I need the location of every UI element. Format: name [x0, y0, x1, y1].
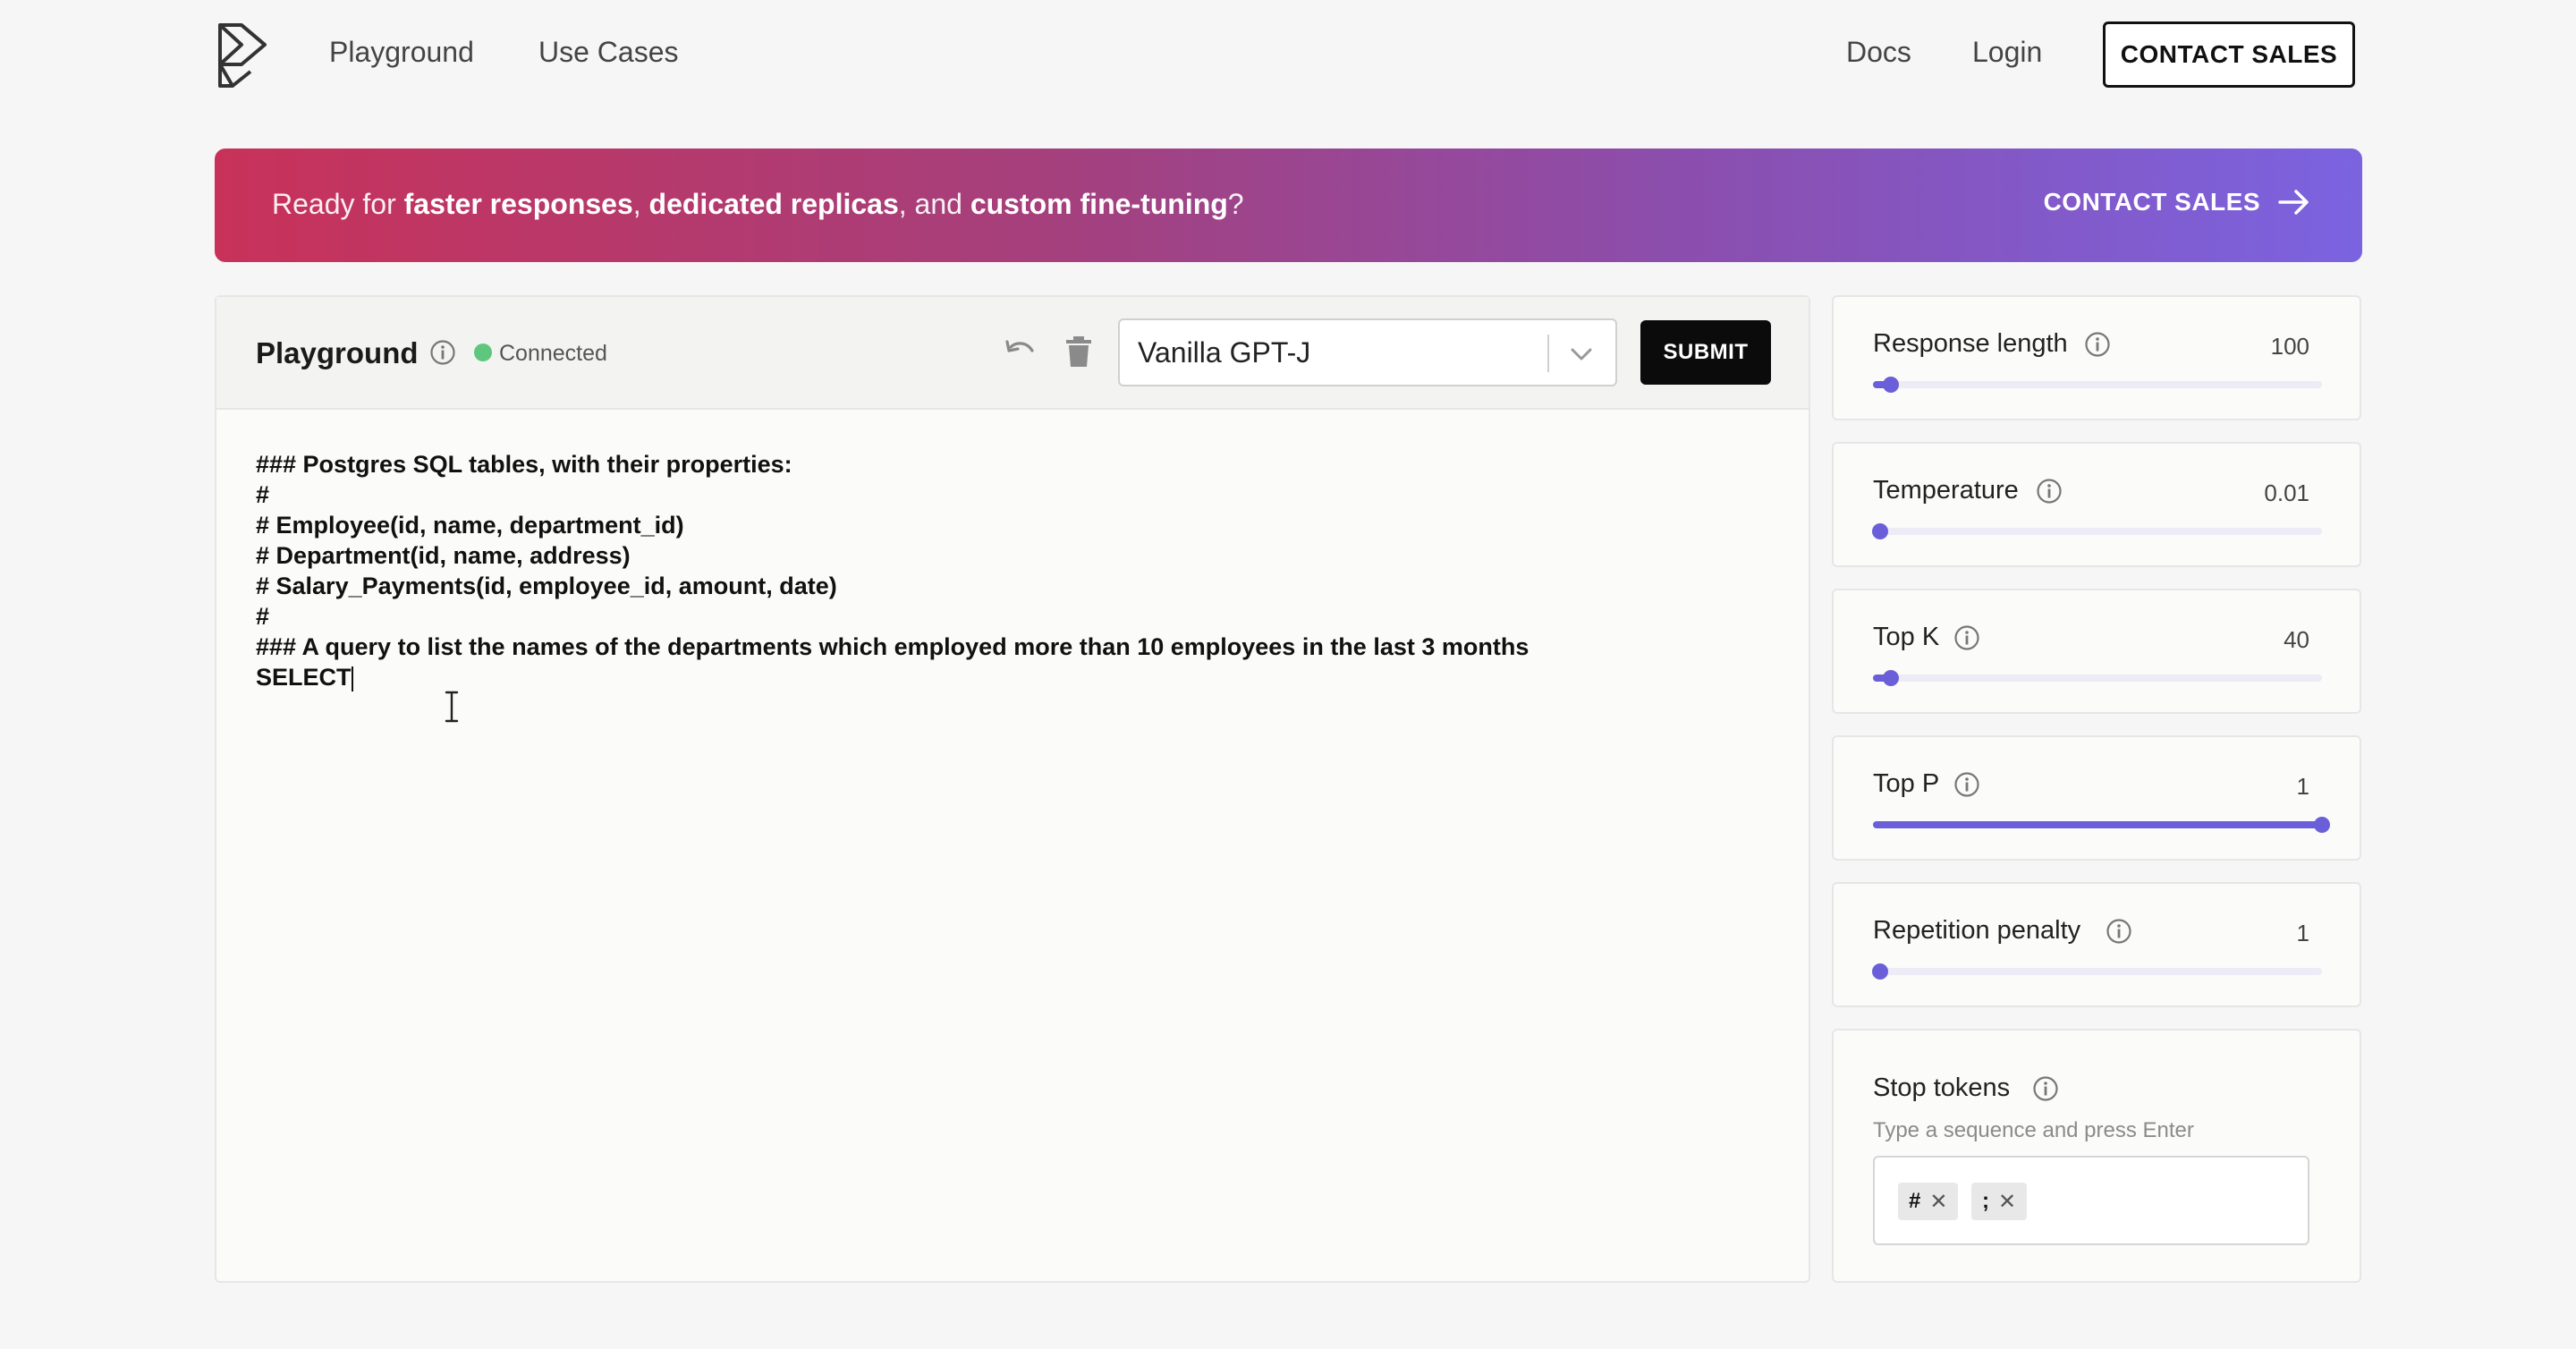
repetition-penalty-slider[interactable]	[1871, 963, 2322, 980]
nav-link-docs[interactable]: Docs	[1846, 36, 1911, 69]
info-icon[interactable]	[2106, 918, 2132, 945]
setting-value: 0.01	[2264, 479, 2309, 506]
banner-text: Ready for faster responses, dedicated re…	[272, 188, 1244, 221]
info-icon[interactable]	[2084, 331, 2111, 358]
prompt-line-current: SELECT	[256, 662, 1776, 692]
nav-link-login[interactable]: Login	[1972, 36, 2042, 69]
chevron-down-icon[interactable]	[1567, 340, 1596, 369]
banner-highlight-speed: faster responses	[403, 188, 633, 220]
setting-card-top-k: Top K 40	[1832, 589, 2361, 714]
status-dot	[474, 344, 492, 361]
prompt-line: #	[256, 603, 270, 630]
stop-tokens-input[interactable]: # ✕ ; ✕	[1873, 1156, 2309, 1245]
info-icon[interactable]	[1953, 624, 1980, 651]
prompt-line: ### Postgres SQL tables, with their prop…	[256, 451, 792, 478]
prompt-line: # Department(id, name, address)	[256, 542, 631, 569]
setting-card-response-length: Response length 100	[1832, 295, 2361, 420]
slider-thumb[interactable]	[1871, 523, 1888, 539]
remove-token-icon[interactable]: ✕	[1998, 1189, 2016, 1215]
text-cursor-icon	[445, 691, 459, 723]
info-icon[interactable]	[1953, 771, 1980, 798]
banner-sep: ,	[632, 188, 649, 220]
model-select[interactable]: Vanilla GPT-J	[1118, 318, 1617, 386]
temperature-slider[interactable]	[1871, 523, 2322, 539]
contact-sales-button[interactable]: CONTACT SALES	[2103, 21, 2355, 88]
info-icon[interactable]	[2032, 1075, 2059, 1102]
prompt-line: #	[256, 481, 270, 508]
setting-label: Temperature	[1873, 476, 2019, 505]
setting-value: 40	[2284, 626, 2309, 653]
setting-label: Response length	[1873, 329, 2068, 358]
nav-link-playground[interactable]: Playground	[329, 36, 474, 69]
prompt-editor[interactable]: ### Postgres SQL tables, with their prop…	[256, 449, 1776, 1254]
setting-card-top-p: Top P 1	[1832, 735, 2361, 861]
submit-button[interactable]: SUBMIT	[1640, 320, 1771, 385]
stop-tokens-label: Stop tokens	[1873, 1073, 2011, 1102]
stop-token-tag: # ✕	[1898, 1183, 1959, 1220]
playground-title: Playground	[256, 336, 419, 369]
setting-label: Top P	[1873, 769, 1940, 798]
promo-banner: Ready for faster responses, dedicated re…	[215, 148, 2362, 262]
slider-thumb[interactable]	[1883, 377, 1900, 393]
setting-label: Repetition penalty	[1873, 916, 2081, 945]
prompt-line-text: SELECT	[256, 664, 352, 691]
setting-value: 1	[2296, 773, 2309, 800]
info-icon[interactable]	[429, 339, 456, 366]
prompt-line: # Employee(id, name, department_id)	[256, 512, 684, 539]
nav-link-use-cases[interactable]: Use Cases	[538, 36, 679, 69]
setting-card-repetition-penalty: Repetition penalty 1	[1832, 882, 2361, 1007]
banner-sep: , and	[898, 188, 970, 220]
banner-contact-sales-link[interactable]: CONTACT SALES	[2044, 188, 2310, 216]
slider-thumb[interactable]	[2314, 817, 2330, 833]
arrow-right-icon	[2278, 190, 2309, 215]
setting-label: Top K	[1873, 623, 1940, 651]
select-divider	[1547, 335, 1549, 372]
trash-icon[interactable]	[1064, 335, 1093, 369]
banner-highlight-finetuning: custom fine-tuning	[970, 188, 1228, 220]
setting-card-temperature: Temperature 0.01	[1832, 442, 2361, 567]
logo-icon[interactable]	[215, 21, 272, 89]
top-p-slider[interactable]	[1873, 817, 2330, 833]
slider-fill	[1873, 821, 2322, 828]
banner-suffix: ?	[1227, 188, 1244, 220]
setting-value: 100	[2270, 333, 2309, 360]
model-select-value: Vanilla GPT-J	[1138, 336, 1311, 369]
playground-header: Playground Connected Vanilla GPT-J SUBMI…	[216, 297, 1809, 410]
stop-token-text: #	[1909, 1189, 1921, 1213]
playground-panel: Playground Connected Vanilla GPT-J SUBMI…	[215, 295, 1810, 1283]
slider-thumb[interactable]	[1871, 963, 1888, 980]
prompt-line: # Salary_Payments(id, employee_id, amoun…	[256, 573, 837, 599]
remove-token-icon[interactable]: ✕	[1929, 1189, 1947, 1215]
top-k-slider[interactable]	[1873, 670, 2322, 686]
stop-token-tag: ; ✕	[1971, 1183, 2028, 1220]
setting-value: 1	[2296, 920, 2309, 946]
banner-prefix: Ready for	[272, 188, 404, 220]
undo-icon[interactable]	[1004, 336, 1036, 369]
banner-cta-label: CONTACT SALES	[2043, 188, 2260, 216]
stop-tokens-hint: Type a sequence and press Enter	[1873, 1118, 2194, 1142]
banner-highlight-replicas: dedicated replicas	[648, 188, 899, 220]
connection-status: Connected	[499, 341, 607, 366]
prompt-line: ### A query to list the names of the dep…	[256, 633, 1530, 660]
stop-token-text: ;	[1982, 1189, 1989, 1213]
slider-thumb[interactable]	[1883, 670, 1900, 686]
setting-card-stop-tokens: Stop tokens Type a sequence and press En…	[1832, 1029, 2361, 1283]
top-nav: Playground Use Cases Docs Login CONTACT …	[0, 0, 2576, 111]
text-caret	[351, 666, 353, 691]
info-icon[interactable]	[2036, 478, 2063, 505]
response-length-slider[interactable]	[1873, 377, 2322, 393]
